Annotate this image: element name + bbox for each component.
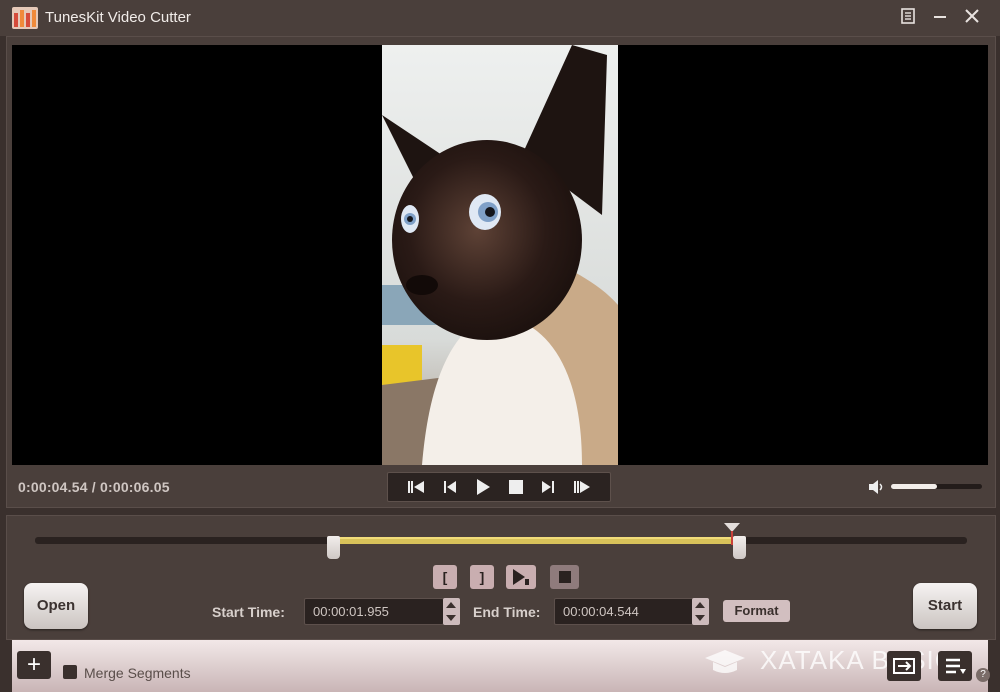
playback-controls — [387, 472, 611, 502]
next-frame-icon[interactable] — [540, 479, 556, 495]
selected-segment — [333, 537, 739, 544]
start-time-label: Start Time: — [212, 604, 285, 620]
segment-swap-button[interactable] — [887, 651, 921, 681]
app-logo-icon — [12, 7, 38, 29]
merge-segments-label: Merge Segments — [84, 665, 191, 681]
stop-icon[interactable] — [508, 479, 524, 495]
next-segment-icon[interactable] — [572, 479, 592, 495]
volume-slider[interactable] — [891, 484, 982, 489]
segment-list-button[interactable] — [938, 651, 972, 681]
title-bar: TunesKit Video Cutter — [0, 0, 1000, 36]
previous-segment-icon[interactable] — [406, 479, 426, 495]
watermark-logo-icon — [705, 650, 745, 673]
end-time-stepper[interactable] — [692, 598, 709, 625]
play-icon[interactable] — [474, 478, 492, 496]
merge-segments-checkbox[interactable] — [63, 665, 77, 679]
add-segment-button[interactable]: + — [17, 651, 51, 679]
end-time-input[interactable]: 00:00:04.544 — [554, 598, 694, 625]
format-button[interactable]: Format — [723, 600, 790, 622]
playback-time: 0:00:04.54 / 0:00:06.05 — [18, 479, 170, 495]
menu-icon[interactable] — [898, 8, 918, 28]
start-handle[interactable] — [327, 536, 341, 559]
mark-out-button[interactable]: ] — [470, 565, 494, 589]
start-time-stepper[interactable] — [443, 598, 460, 625]
video-frame-image — [382, 45, 618, 465]
volume-icon[interactable] — [868, 479, 886, 495]
start-time-input[interactable]: 00:00:01.955 — [304, 598, 444, 625]
help-icon[interactable]: ? — [976, 668, 990, 682]
minimize-icon[interactable] — [930, 8, 950, 28]
playhead-line — [731, 531, 733, 545]
stop-segment-button[interactable] — [550, 565, 579, 589]
previous-frame-icon[interactable] — [442, 479, 458, 495]
mark-in-button[interactable]: [ — [433, 565, 457, 589]
cut-panel — [6, 515, 996, 640]
volume-level — [891, 484, 937, 489]
open-button[interactable]: Open — [24, 583, 88, 629]
end-handle[interactable] — [732, 536, 746, 559]
close-icon[interactable] — [962, 8, 982, 28]
end-time-label: End Time: — [473, 604, 541, 620]
preview-segment-button[interactable] — [506, 565, 536, 589]
start-button[interactable]: Start — [913, 583, 977, 629]
window-title: TunesKit Video Cutter — [45, 9, 191, 26]
